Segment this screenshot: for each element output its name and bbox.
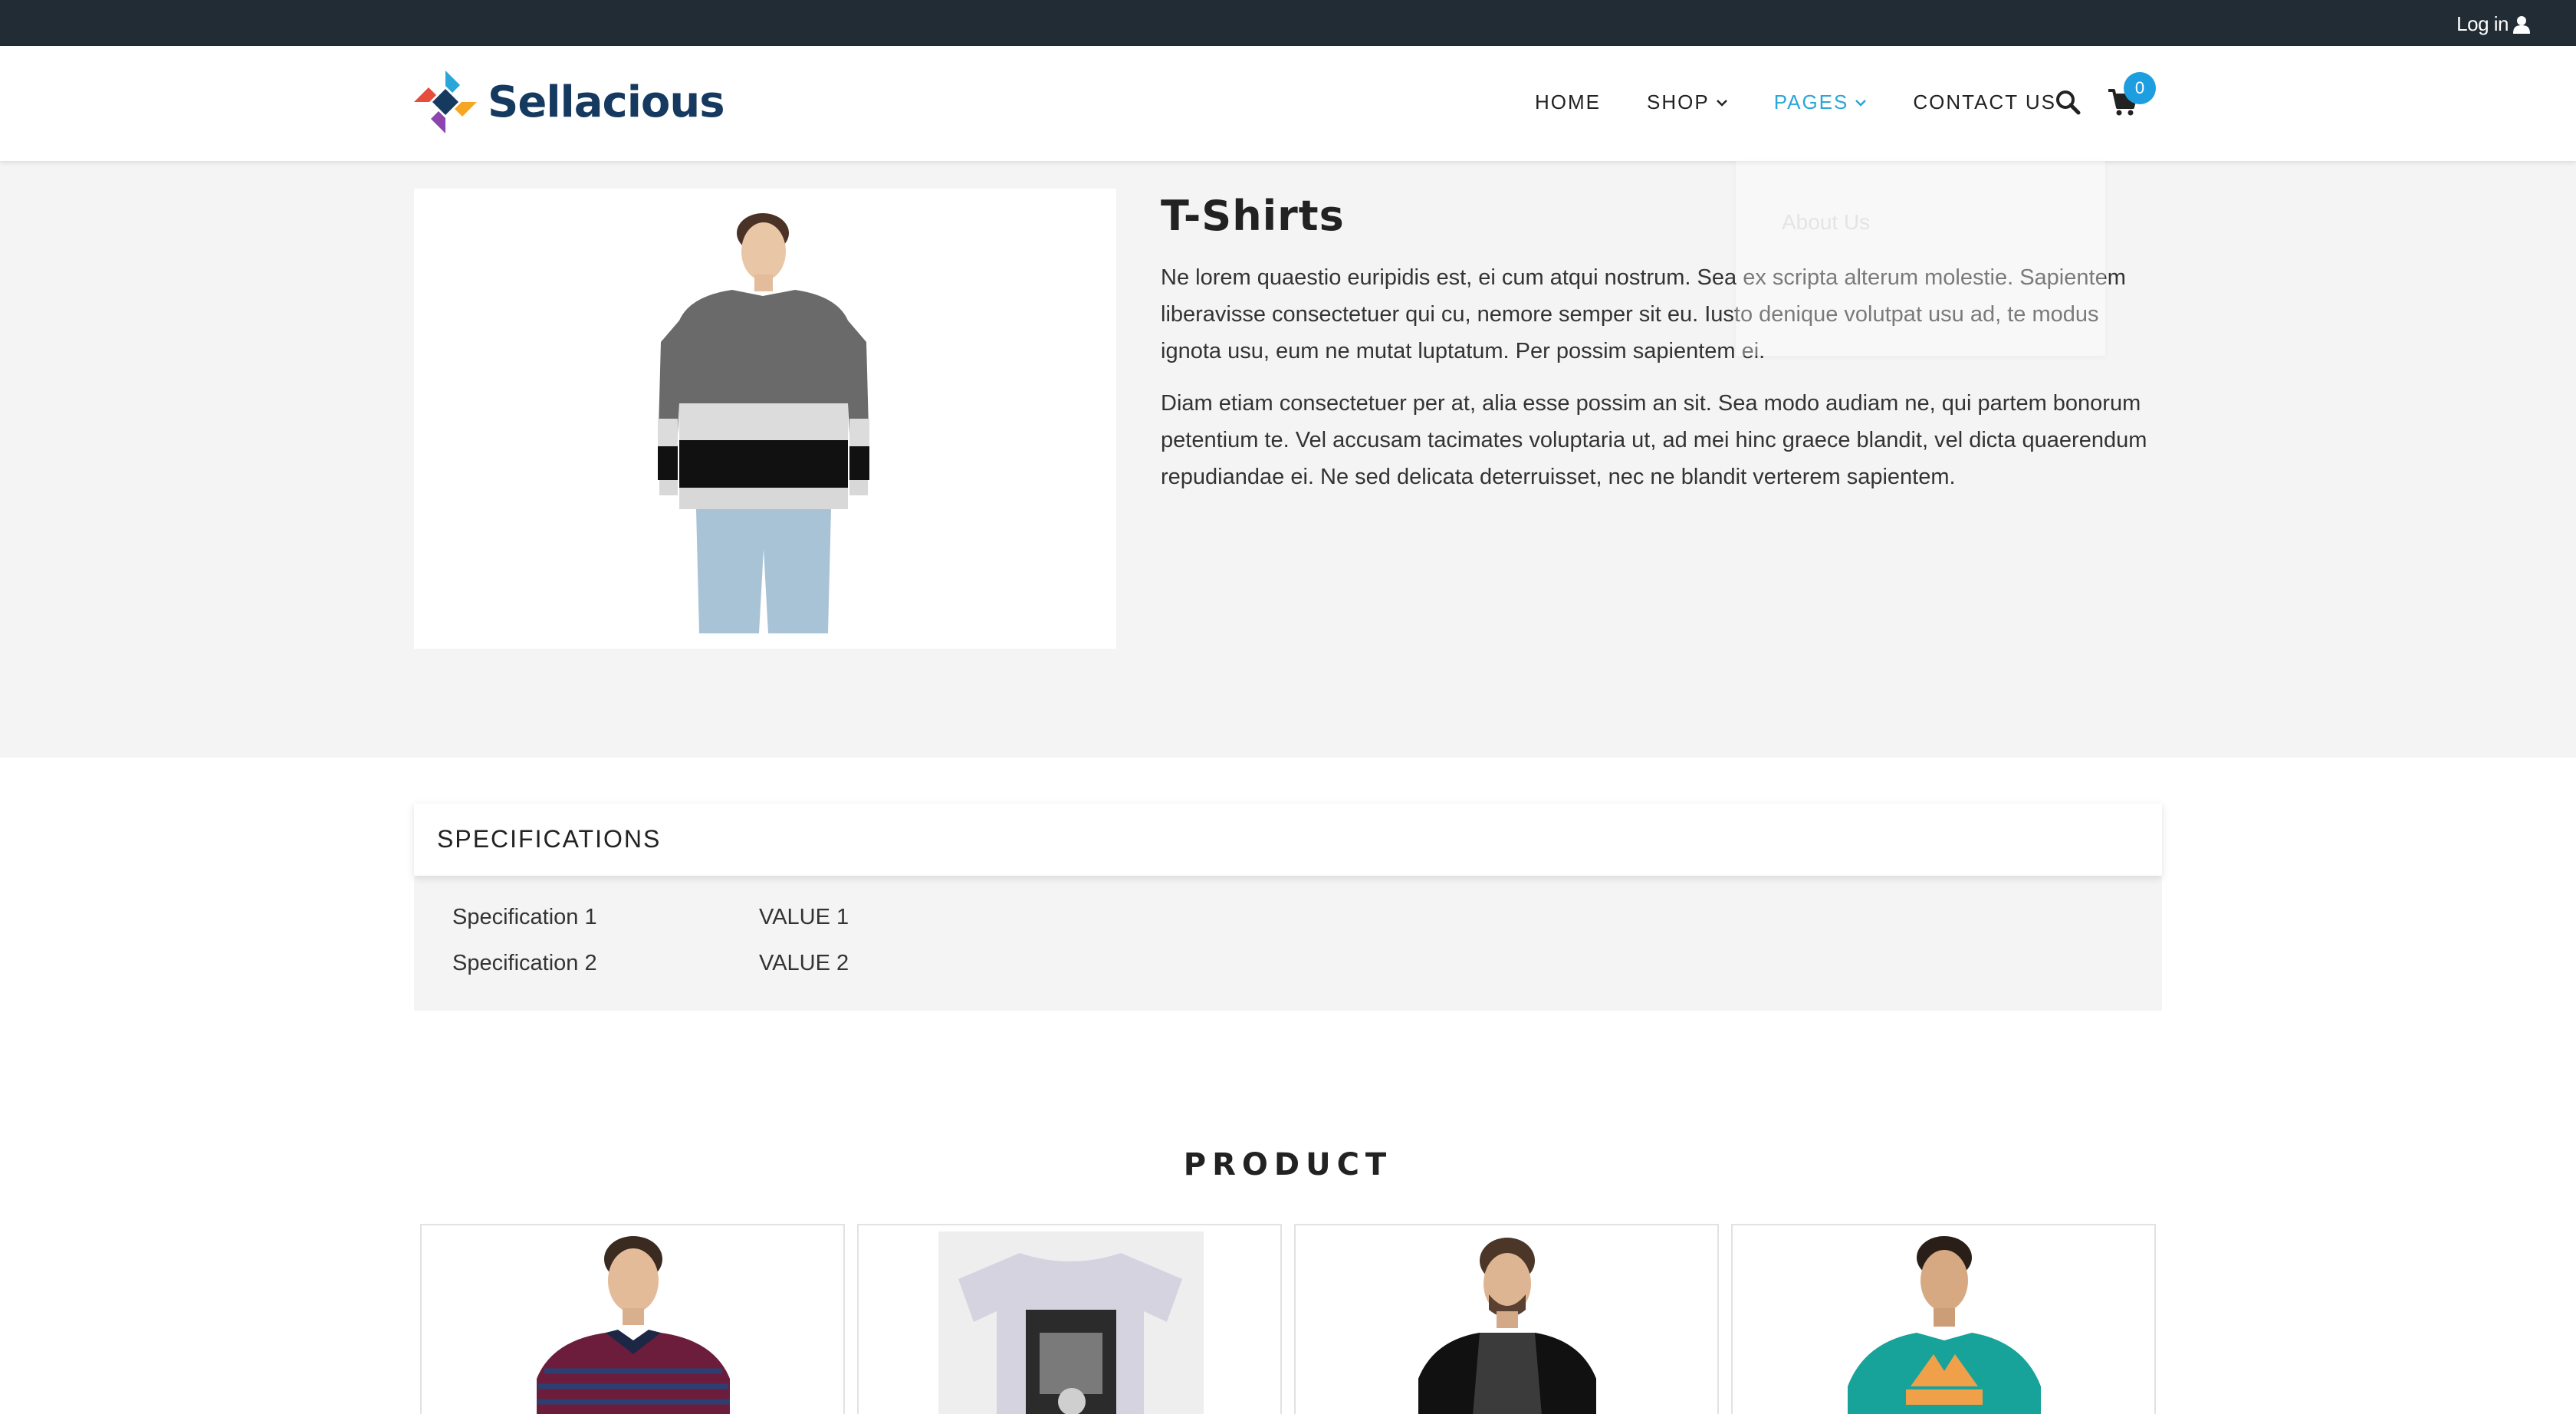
cart-count-badge: 0 bbox=[2124, 72, 2156, 104]
product-title: T-Shirts bbox=[1161, 192, 1345, 240]
user-icon bbox=[2513, 15, 2530, 34]
spec-name: Specification 1 bbox=[452, 905, 597, 929]
product-photo-graphic-tee bbox=[938, 1231, 1204, 1414]
nav-home[interactable]: HOME bbox=[1535, 90, 1601, 114]
nav-contact-label: CONTACT US bbox=[1913, 90, 2056, 113]
product-photo-striped-polo bbox=[537, 1236, 730, 1414]
specifications-panel: SPECIFICATIONS Specification 1 VALUE 1 S… bbox=[414, 804, 2162, 1011]
spec-name: Specification 2 bbox=[452, 951, 597, 975]
spec-value: VALUE 2 bbox=[759, 951, 849, 975]
product-card-adidas-tee[interactable] bbox=[1731, 1224, 2156, 1414]
spec-row: Specification 1 VALUE 1 bbox=[452, 905, 849, 930]
spec-value: VALUE 1 bbox=[759, 905, 849, 929]
dropdown-item-about-us[interactable]: About Us bbox=[1782, 210, 1870, 235]
nav-home-label: HOME bbox=[1535, 90, 1601, 113]
product-photo-striped-sweater bbox=[658, 213, 869, 633]
nav-contact-us[interactable]: CONTACT US bbox=[1913, 90, 2056, 114]
specifications-heading: SPECIFICATIONS bbox=[437, 825, 662, 853]
related-products-heading: PRODUCT bbox=[1183, 1147, 1393, 1182]
nav-shop[interactable]: SHOP bbox=[1647, 90, 1728, 114]
product-photo-adidas-tee bbox=[1848, 1236, 2041, 1414]
top-bar: Log in bbox=[0, 0, 2576, 46]
spec-row: Specification 2 VALUE 2 bbox=[452, 951, 849, 976]
login-link[interactable]: Log in bbox=[2456, 12, 2530, 36]
product-image bbox=[414, 189, 1116, 649]
product-description-2: Diam etiam consectetuer per at, alia ess… bbox=[1161, 391, 2147, 489]
site-header: Sellacious HOME SHOP PAGES CONTACT US 0 bbox=[0, 46, 2576, 161]
brand-logo[interactable]: Sellacious bbox=[412, 69, 725, 135]
nav-shop-label: SHOP bbox=[1647, 90, 1710, 113]
product-card-graphic-tee[interactable] bbox=[857, 1224, 1282, 1414]
chevron-down-icon bbox=[1716, 99, 1727, 107]
brand-name: Sellacious bbox=[488, 77, 725, 127]
product-hero: T-Shirts Ne lorem quaestio euripidis est… bbox=[0, 161, 2576, 758]
specifications-header[interactable]: SPECIFICATIONS bbox=[414, 804, 2162, 876]
search-icon[interactable] bbox=[2055, 89, 2081, 115]
pages-dropdown-menu: About Us bbox=[1736, 161, 2105, 356]
logo-mark-icon bbox=[414, 71, 477, 133]
chevron-down-icon bbox=[1855, 99, 1867, 107]
product-card-raglan-tee[interactable] bbox=[1294, 1224, 1719, 1414]
product-photo-raglan-tee bbox=[1418, 1238, 1596, 1414]
product-card-striped-polo[interactable] bbox=[420, 1224, 845, 1414]
nav-pages[interactable]: PAGES bbox=[1774, 90, 1868, 114]
nav-pages-label: PAGES bbox=[1773, 90, 1849, 113]
main-nav: HOME SHOP PAGES CONTACT US bbox=[1535, 90, 2102, 114]
login-label: Log in bbox=[2456, 12, 2509, 35]
